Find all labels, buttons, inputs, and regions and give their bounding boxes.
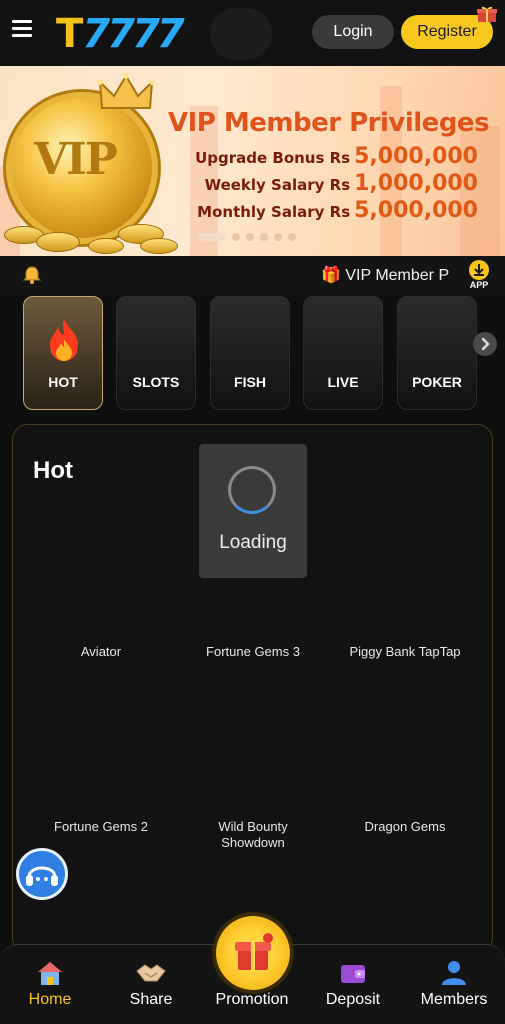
pagination-dot[interactable]	[260, 233, 268, 241]
category-label: LIVE	[327, 374, 359, 390]
logo-decoration	[210, 8, 272, 60]
game-tile-dragon-gems[interactable]: Dragon Gems	[329, 819, 481, 835]
category-label: HOT	[48, 374, 78, 390]
banner-row-value: 5,000,000	[354, 144, 478, 169]
banner-row-value: 5,000,000	[354, 198, 478, 223]
category-tab-hot[interactable]: HOT	[23, 296, 103, 410]
category-tab-live[interactable]: LIVE	[303, 296, 383, 410]
coin-stack-image	[140, 238, 178, 254]
category-label: SLOTS	[132, 374, 180, 390]
nav-label: Promotion	[215, 991, 289, 1008]
chevron-right-icon[interactable]	[473, 332, 497, 356]
banner-row-label: Weekly Salary Rs	[204, 176, 351, 194]
nav-label: Home	[28, 991, 72, 1008]
gift-icon	[235, 933, 273, 970]
gift-badge-icon	[477, 6, 497, 22]
app-download-button[interactable]: APP	[466, 258, 492, 294]
category-tab-fish[interactable]: FISH	[210, 296, 290, 410]
banner-row-value: 1,000,000	[354, 171, 478, 196]
announcement-bar[interactable]: 🎁 VIP Member P	[0, 256, 505, 296]
game-tile-fortune-gems-3[interactable]: Fortune Gems 3	[177, 644, 329, 660]
game-tile-wild-bounty[interactable]: Wild Bounty Showdown	[199, 819, 307, 851]
headset-icon	[26, 866, 58, 886]
coin-stack-image	[88, 238, 124, 254]
pagination-dot[interactable]	[232, 233, 240, 241]
app-root: T 7777 Login Register VIP VIP Member Pri…	[0, 0, 505, 1024]
hamburger-menu-icon[interactable]	[12, 20, 34, 42]
download-icon	[469, 260, 489, 280]
category-label: FISH	[234, 374, 266, 390]
user-icon	[442, 961, 466, 985]
banner-row-label: Upgrade Bonus Rs	[195, 149, 351, 167]
banner-row-weekly: Weekly Salary Rs 1,000,000	[168, 171, 478, 196]
announcement-text: 🎁 VIP Member P	[321, 267, 450, 284]
game-tile-fortune-gems-2[interactable]: Fortune Gems 2	[25, 819, 177, 835]
nav-label: Members	[420, 991, 488, 1008]
banner-pagination	[198, 233, 296, 241]
coin-stack-image	[36, 232, 80, 252]
vip-coin-image: VIP	[12, 98, 152, 238]
promo-banner[interactable]: VIP VIP Member Privileges Upgrade Bonus …	[0, 66, 505, 256]
loading-overlay: Loading	[199, 444, 307, 578]
hot-games-panel: Hot Loading Aviator Fortune Gems 3 Piggy…	[12, 424, 493, 954]
nav-label: Deposit	[325, 991, 381, 1008]
app-download-label: APP	[469, 280, 489, 290]
nav-item-deposit[interactable]: Deposit	[303, 945, 403, 1024]
logo-letter: T	[56, 11, 83, 57]
game-tile-piggy-bank[interactable]: Piggy Bank TapTap	[329, 644, 481, 660]
banner-row-label: Monthly Salary Rs	[197, 203, 351, 221]
loading-spinner-icon	[228, 466, 276, 514]
pagination-dot-active[interactable]	[198, 233, 226, 241]
nav-item-share[interactable]: Share	[101, 945, 201, 1024]
section-title: Hot	[33, 457, 73, 484]
pagination-dot[interactable]	[288, 233, 296, 241]
site-logo[interactable]: T 7777	[56, 11, 216, 57]
category-tab-poker[interactable]: POKER	[397, 296, 477, 410]
handshake-icon	[136, 964, 166, 982]
nav-item-home[interactable]: Home	[0, 945, 100, 1024]
category-tab-slots[interactable]: SLOTS	[116, 296, 196, 410]
banner-row-upgrade: Upgrade Bonus Rs 5,000,000	[168, 144, 478, 169]
login-button[interactable]: Login	[312, 15, 394, 49]
top-header: T 7777 Login Register	[0, 0, 505, 66]
crown-icon	[98, 73, 154, 109]
game-tile-aviator[interactable]: Aviator	[25, 644, 177, 660]
loading-text: Loading	[219, 532, 287, 553]
banner-title: VIP Member Privileges	[168, 108, 490, 138]
category-label: POKER	[412, 374, 462, 390]
nav-label: Share	[129, 991, 173, 1008]
banner-row-monthly: Monthly Salary Rs 5,000,000	[168, 198, 478, 223]
vip-coin-text: VIP	[34, 134, 118, 185]
pagination-dot[interactable]	[274, 233, 282, 241]
flame-icon	[50, 319, 78, 361]
logo-digits: 7777	[82, 11, 184, 57]
wallet-icon	[341, 965, 365, 983]
nav-item-members[interactable]: Members	[404, 945, 504, 1024]
promotion-center-button[interactable]	[216, 916, 290, 990]
pagination-dot[interactable]	[246, 233, 254, 241]
customer-support-button[interactable]	[16, 848, 68, 900]
home-icon	[38, 962, 62, 985]
notification-bell-icon	[22, 266, 42, 284]
